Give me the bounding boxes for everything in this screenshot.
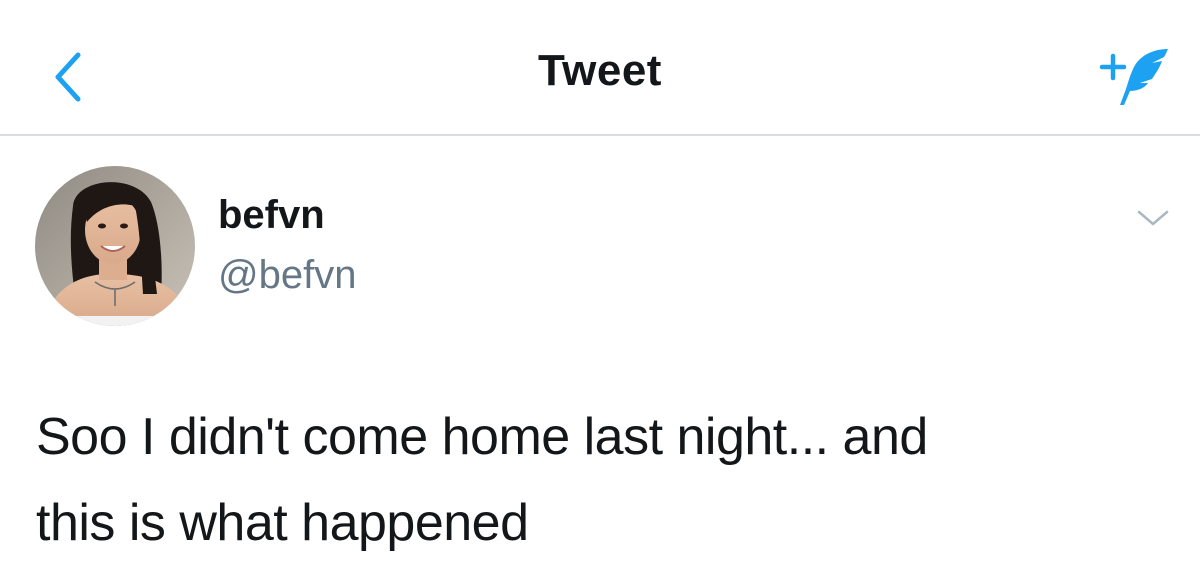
tweet-text: Soo I didn't come home last night... and…	[36, 394, 1156, 566]
author-handle[interactable]: @befvn	[218, 253, 356, 298]
tweet-text-line: this is what happened	[36, 494, 529, 552]
tweet-options-button[interactable]	[1128, 198, 1178, 238]
navigation-bar: Tweet	[0, 0, 1200, 136]
avatar[interactable]	[35, 166, 195, 326]
page-title: Tweet	[538, 46, 662, 95]
compose-tweet-button[interactable]	[1088, 40, 1178, 112]
chevron-down-icon	[1137, 210, 1169, 226]
compose-tweet-icon	[1099, 49, 1168, 105]
profile-photo-image	[35, 166, 195, 326]
author-name[interactable]: befvn	[218, 193, 325, 238]
tweet-text-line: Soo I didn't come home last night... and	[36, 408, 928, 466]
